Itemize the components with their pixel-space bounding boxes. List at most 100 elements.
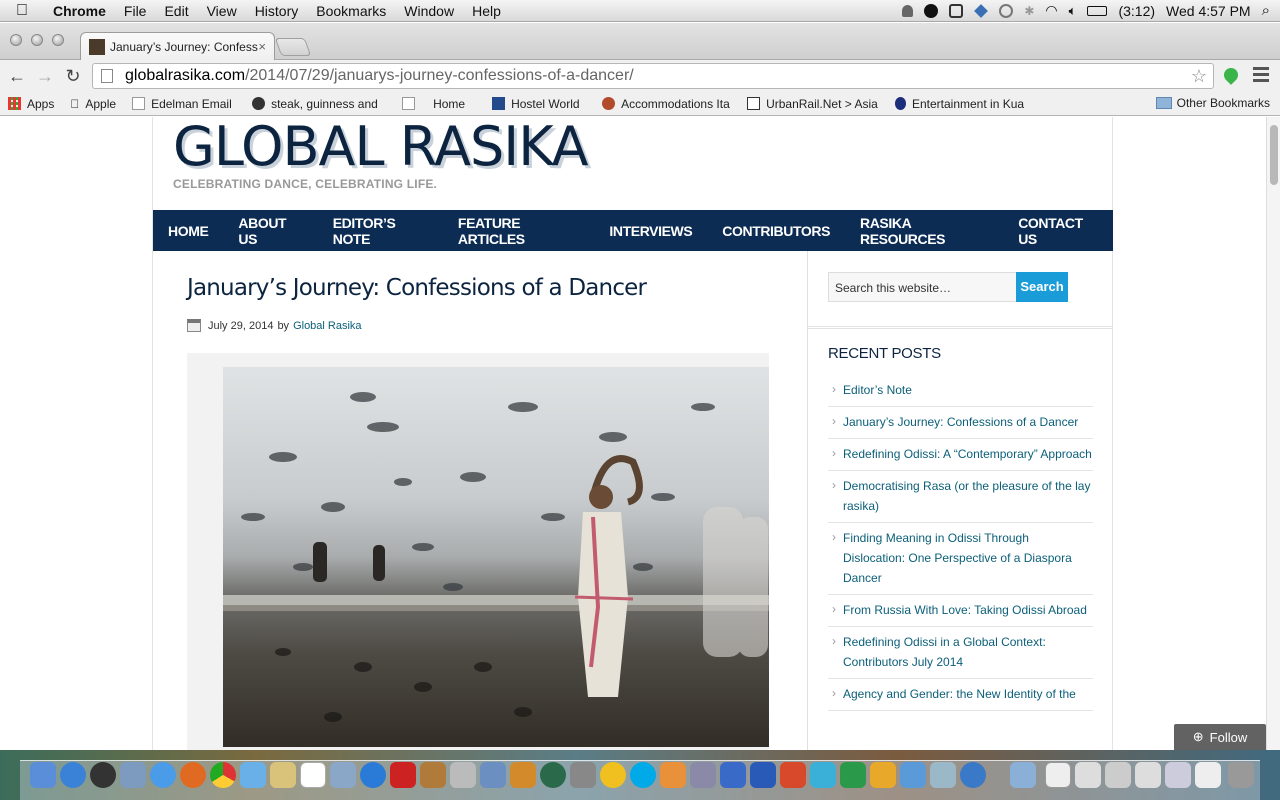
app-store-icon[interactable] [60,762,86,788]
firefox-icon[interactable] [180,762,206,788]
page-scrollbar[interactable] [1266,117,1280,750]
bookmark-entertainment[interactable]: Entertainment in Kua [887,97,1032,111]
pen-icon[interactable] [690,762,716,788]
bookmark-apps[interactable]: Apps [0,97,62,111]
bookmark-other-folder[interactable]: Other Bookmarks [1155,96,1270,110]
calendar-app-icon[interactable] [300,762,326,788]
menu-view[interactable]: View [198,3,246,19]
menu-chrome[interactable]: Chrome [44,3,115,19]
window-zoom-button[interactable] [52,34,64,46]
recent-post-link[interactable]: January’s Journey: Confessions of a Danc… [828,407,1093,439]
evernote-icon[interactable] [949,3,964,18]
bookmark-star-icon[interactable]: ☆ [1191,66,1207,87]
forward-arrow-icon[interactable]: → [31,66,59,87]
reload-icon[interactable]: ↻ [59,66,87,87]
bookmark-edelman-email[interactable]: Edelman Email [124,97,244,111]
applications-folder-icon[interactable] [1010,762,1036,788]
chart-app-icon[interactable] [720,762,746,788]
document-stack-icon[interactable] [1075,762,1101,788]
iphoto-icon[interactable] [420,762,446,788]
recent-post-link[interactable]: Democratising Rasa (or the pleasure of t… [828,471,1093,523]
nav-home[interactable]: HOME [153,223,223,239]
new-tab-button[interactable] [274,38,312,56]
recent-post-link[interactable]: Finding Meaning in Odissi Through Disloc… [828,523,1093,595]
powerpoint-icon[interactable] [780,762,806,788]
system-preferences-icon[interactable] [570,762,596,788]
bookmark-steak-guinness[interactable]: steak, guinness and [244,97,394,111]
tab-active[interactable]: January’s Journey: Confess × [80,32,275,60]
contacts-icon[interactable] [270,762,296,788]
itunes-icon[interactable] [360,762,386,788]
tools-icon[interactable] [450,762,476,788]
bookmark-urbanrail[interactable]: UrbanRail.Net > Asia [739,97,887,111]
bookmark-home[interactable]: Home [394,97,484,111]
outlook-icon[interactable] [870,762,896,788]
folder-stack-icon[interactable] [1195,762,1221,788]
garageband-icon[interactable] [510,762,536,788]
bluetooth-icon[interactable]: ✱ [1024,4,1034,18]
time-machine-icon[interactable] [999,3,1014,18]
nav-editors-note[interactable]: EDITOR’S NOTE [318,215,443,247]
site-title[interactable]: GLOBAL RASIKA [173,117,589,178]
apple-menu-icon[interactable]:  [0,2,44,20]
recent-post-link[interactable]: Redefining Odissi in a Global Context: C… [828,627,1093,679]
nav-about-us[interactable]: ABOUT US [223,215,317,247]
nav-contact-us[interactable]: CONTACT US [1003,215,1113,247]
extension-icon[interactable] [1221,65,1241,85]
trash-icon[interactable] [1228,762,1254,788]
menu-bookmarks[interactable]: Bookmarks [307,3,395,19]
chrome-icon[interactable] [210,762,236,788]
menu-help[interactable]: Help [463,3,510,19]
word-icon[interactable] [750,762,776,788]
search-input[interactable]: Search this website… [828,272,1017,302]
tab-close-icon[interactable]: × [258,39,266,54]
globe-icon[interactable] [900,762,926,788]
nav-contributors[interactable]: CONTRIBUTORS [707,223,845,239]
mission-control-icon[interactable] [120,762,146,788]
files-stack-icon[interactable] [1135,762,1161,788]
clock[interactable]: Wed 4:57 PM [1166,3,1251,19]
launchpad-icon[interactable] [90,762,116,788]
vlc-icon[interactable] [660,762,686,788]
adium-icon[interactable] [600,762,626,788]
window-close-button[interactable] [10,34,22,46]
menu-file[interactable]: File [115,3,156,19]
post-photo[interactable] [223,367,769,747]
menu-window[interactable]: Window [395,3,463,19]
post-author-link[interactable]: Global Rasika [293,320,361,332]
skype-icon[interactable] [630,762,656,788]
document-icon[interactable] [1045,762,1071,788]
search-button[interactable]: Search [1016,272,1068,302]
safari-icon[interactable] [150,762,176,788]
chat-bubble-icon[interactable] [924,3,939,18]
chrome-menu-icon[interactable] [1253,67,1269,85]
recent-post-link[interactable]: Redefining Odissi: A “Contemporary” Appr… [828,439,1093,471]
quicktime-icon[interactable] [960,762,986,788]
facetime-icon[interactable] [240,762,266,788]
follow-button[interactable]: ⊕ Follow [1174,724,1266,750]
image-app-icon[interactable] [930,762,956,788]
dropbox-icon[interactable] [974,3,989,18]
recent-post-link[interactable]: From Russia With Love: Taking Odissi Abr… [828,595,1093,627]
bookmark-accommodations[interactable]: Accommodations Ita [594,97,739,111]
excel-icon[interactable] [840,762,866,788]
scrollbar-thumb[interactable] [1270,125,1278,185]
bell-icon[interactable] [902,4,914,17]
wifi-icon[interactable]: ◠ [1045,2,1057,19]
nav-feature-articles[interactable]: FEATURE ARTICLES [443,215,594,247]
battery-icon[interactable] [1087,5,1108,16]
menu-history[interactable]: History [246,3,308,19]
recent-post-link[interactable]: Editor’s Note [828,375,1093,407]
back-arrow-icon[interactable]: ← [3,66,31,87]
volume-icon[interactable]: 🔈︎ [1069,3,1077,19]
photobooth-icon[interactable] [390,762,416,788]
network-icon[interactable] [810,762,836,788]
xcode-icon[interactable] [480,762,506,788]
finder-icon[interactable] [30,762,56,788]
nav-rasika-resources[interactable]: RASIKA RESOURCES [845,215,1003,247]
window-minimize-button[interactable] [31,34,43,46]
recent-post-link[interactable]: Agency and Gender: the New Identity of t… [828,679,1093,711]
downloads-stack-icon[interactable] [1105,762,1131,788]
screenshots-stack-icon[interactable] [1165,762,1191,788]
address-bar[interactable]: globalrasika.com /2014/07/29/januarys-jo… [92,63,1214,89]
